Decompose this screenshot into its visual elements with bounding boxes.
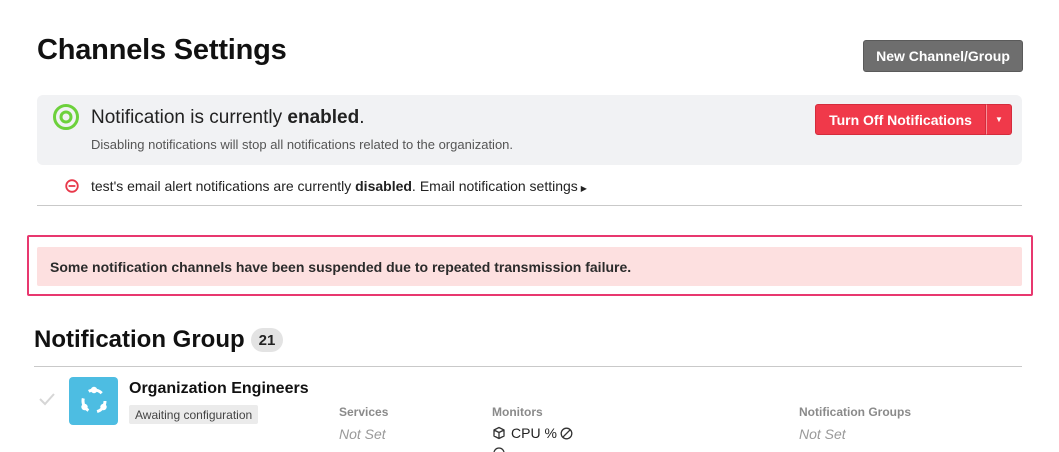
- monitor-icon: [493, 447, 505, 452]
- notification-groups-value: Not Set: [799, 426, 846, 442]
- turn-off-button-group: Turn Off Notifications ▼: [815, 104, 1012, 135]
- check-icon[interactable]: [38, 391, 56, 407]
- notification-headline: Notification is currently enabled.: [91, 107, 365, 129]
- email-alert-prefix: test's email alert notifications are cur…: [91, 178, 356, 194]
- email-alert-row: test's email alert notifications are cur…: [65, 176, 587, 196]
- turn-off-dropdown-toggle[interactable]: ▼: [986, 104, 1012, 135]
- email-alert-text: test's email alert notifications are cur…: [91, 178, 416, 194]
- monitor-item-partial: [492, 446, 511, 452]
- headline-prefix: Notification is currently: [91, 107, 288, 128]
- notification-subtext: Disabling notifications will stop all no…: [91, 137, 514, 152]
- enabled-status-icon: [53, 104, 79, 130]
- page-title: Channels Settings: [37, 34, 287, 66]
- monitors-column-label: Monitors: [492, 405, 543, 419]
- email-settings-label: Email notification settings: [419, 178, 578, 194]
- services-value: Not Set: [339, 426, 386, 442]
- divider: [34, 366, 1022, 367]
- section-title: Notification Group: [34, 326, 245, 353]
- monitor-name: CPU %: [511, 425, 557, 441]
- caret-right-icon: ▶: [580, 184, 587, 193]
- disabled-icon: [560, 427, 573, 439]
- email-notification-settings-link[interactable]: Email notification settings ▶: [420, 178, 587, 194]
- suspended-channels-alert: Some notification channels have been sus…: [37, 247, 1022, 286]
- new-channel-group-button[interactable]: New Channel/Group: [863, 40, 1023, 72]
- email-alert-status: disabled: [355, 178, 412, 194]
- group-count-badge: 21: [250, 328, 284, 352]
- awaiting-configuration-badge: Awaiting configuration: [129, 405, 259, 424]
- group-name[interactable]: Organization Engineers: [129, 380, 309, 398]
- monitor-item[interactable]: CPU %: [492, 425, 573, 441]
- notification-status-panel: Notification is currently enabled. Disab…: [37, 95, 1022, 165]
- minus-circle-icon: [65, 179, 79, 193]
- cube-icon: [493, 426, 505, 440]
- turn-off-notifications-button[interactable]: Turn Off Notifications: [815, 104, 986, 135]
- notification-groups-column-label: Notification Groups: [799, 405, 911, 419]
- divider: [37, 205, 1022, 206]
- caret-down-icon: ▼: [995, 115, 1003, 124]
- headline-suffix: .: [359, 107, 365, 128]
- group-avatar: [69, 377, 118, 425]
- headline-status: enabled: [287, 107, 360, 128]
- email-alert-suffix: .: [411, 178, 416, 194]
- notification-group-header: Notification Group 21: [34, 326, 284, 354]
- group-people-icon: [80, 386, 107, 414]
- services-column-label: Services: [339, 405, 389, 419]
